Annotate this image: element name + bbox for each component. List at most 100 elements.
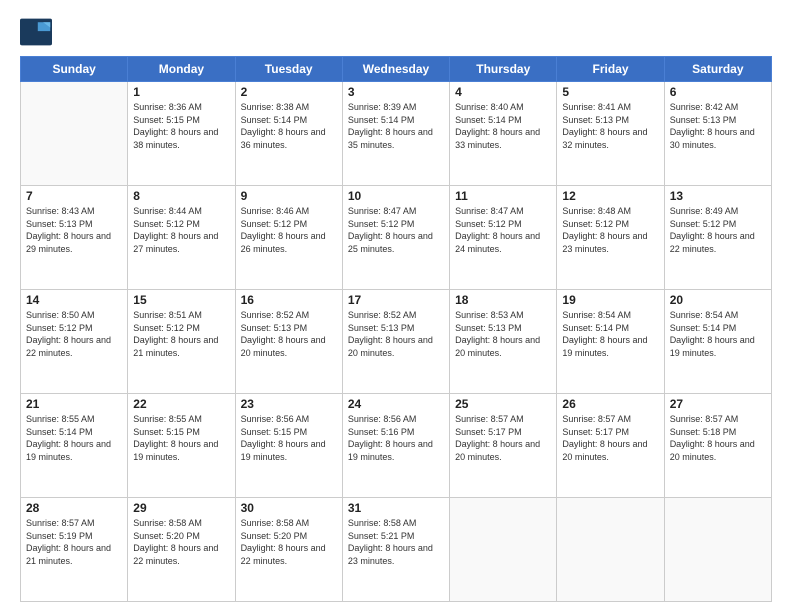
day-number: 25 (455, 397, 551, 411)
weekday-header-thursday: Thursday (450, 57, 557, 82)
day-info: Sunrise: 8:56 AMSunset: 5:15 PMDaylight:… (241, 413, 337, 463)
page: SundayMondayTuesdayWednesdayThursdayFrid… (0, 0, 792, 612)
day-number: 23 (241, 397, 337, 411)
day-number: 6 (670, 85, 766, 99)
calendar-cell (21, 82, 128, 186)
day-number: 26 (562, 397, 658, 411)
day-number: 19 (562, 293, 658, 307)
day-info: Sunrise: 8:57 AMSunset: 5:18 PMDaylight:… (670, 413, 766, 463)
calendar-cell: 1Sunrise: 8:36 AMSunset: 5:15 PMDaylight… (128, 82, 235, 186)
calendar-cell: 29Sunrise: 8:58 AMSunset: 5:20 PMDayligh… (128, 498, 235, 602)
calendar-cell: 11 Sunrise: 8:47 AMSunset: 5:12 PMDayligh… (450, 186, 557, 290)
day-number: 11 (455, 189, 551, 203)
day-info: Sunrise: 8:54 AMSunset: 5:14 PMDaylight:… (562, 309, 658, 359)
calendar-cell: 22 Sunrise: 8:55 AMSunset: 5:15 PMDayligh… (128, 394, 235, 498)
calendar-cell: 23 Sunrise: 8:56 AMSunset: 5:15 PMDayligh… (235, 394, 342, 498)
week-row-0: 1Sunrise: 8:36 AMSunset: 5:15 PMDaylight… (21, 82, 772, 186)
day-number: 5 (562, 85, 658, 99)
day-number: 8 (133, 189, 229, 203)
week-row-1: 7Sunrise: 8:43 AMSunset: 5:13 PMDaylight… (21, 186, 772, 290)
calendar-cell: 7Sunrise: 8:43 AMSunset: 5:13 PMDaylight… (21, 186, 128, 290)
day-number: 21 (26, 397, 122, 411)
day-number: 30 (241, 501, 337, 515)
day-info: Sunrise: 8:38 AMSunset: 5:14 PMDaylight:… (241, 101, 337, 151)
calendar-cell: 16Sunrise: 8:52 AMSunset: 5:13 PMDayligh… (235, 290, 342, 394)
day-info: Sunrise: 8:41 AMSunset: 5:13 PMDaylight:… (562, 101, 658, 151)
day-info: Sunrise: 8:52 AMSunset: 5:13 PMDaylight:… (241, 309, 337, 359)
day-number: 14 (26, 293, 122, 307)
calendar-cell: 6 Sunrise: 8:42 AMSunset: 5:13 PMDaylight… (664, 82, 771, 186)
day-number: 31 (348, 501, 444, 515)
day-info: Sunrise: 8:50 AMSunset: 5:12 PMDaylight:… (26, 309, 122, 359)
day-info: Sunrise: 8:57 AMSunset: 5:17 PMDaylight:… (455, 413, 551, 463)
day-info: Sunrise: 8:44 AMSunset: 5:12 PMDaylight:… (133, 205, 229, 255)
calendar-cell: 4 Sunrise: 8:40 AMSunset: 5:14 PMDaylight… (450, 82, 557, 186)
calendar-cell: 30 Sunrise: 8:58 AMSunset: 5:20 PMDayligh… (235, 498, 342, 602)
weekday-header-row: SundayMondayTuesdayWednesdayThursdayFrid… (21, 57, 772, 82)
header (20, 18, 772, 46)
day-number: 15 (133, 293, 229, 307)
weekday-header-tuesday: Tuesday (235, 57, 342, 82)
day-info: Sunrise: 8:56 AMSunset: 5:16 PMDaylight:… (348, 413, 444, 463)
calendar-cell (664, 498, 771, 602)
calendar-cell: 8 Sunrise: 8:44 AMSunset: 5:12 PMDaylight… (128, 186, 235, 290)
day-number: 2 (241, 85, 337, 99)
day-info: Sunrise: 8:48 AMSunset: 5:12 PMDaylight:… (562, 205, 658, 255)
week-row-3: 21 Sunrise: 8:55 AMSunset: 5:14 PMDayligh… (21, 394, 772, 498)
day-number: 24 (348, 397, 444, 411)
day-info: Sunrise: 8:43 AMSunset: 5:13 PMDaylight:… (26, 205, 122, 255)
calendar-cell: 25 Sunrise: 8:57 AMSunset: 5:17 PMDayligh… (450, 394, 557, 498)
weekday-header-friday: Friday (557, 57, 664, 82)
logo-icon (20, 18, 52, 46)
day-info: Sunrise: 8:57 AMSunset: 5:17 PMDaylight:… (562, 413, 658, 463)
week-row-2: 14 Sunrise: 8:50 AMSunset: 5:12 PMDayligh… (21, 290, 772, 394)
day-number: 27 (670, 397, 766, 411)
calendar-cell: 12 Sunrise: 8:48 AMSunset: 5:12 PMDayligh… (557, 186, 664, 290)
weekday-header-monday: Monday (128, 57, 235, 82)
day-number: 13 (670, 189, 766, 203)
day-info: Sunrise: 8:54 AMSunset: 5:14 PMDaylight:… (670, 309, 766, 359)
day-info: Sunrise: 8:47 AMSunset: 5:12 PMDaylight:… (348, 205, 444, 255)
calendar-cell (557, 498, 664, 602)
day-number: 20 (670, 293, 766, 307)
day-number: 4 (455, 85, 551, 99)
calendar-cell: 26 Sunrise: 8:57 AMSunset: 5:17 PMDayligh… (557, 394, 664, 498)
calendar-cell: 2 Sunrise: 8:38 AMSunset: 5:14 PMDaylight… (235, 82, 342, 186)
day-info: Sunrise: 8:53 AMSunset: 5:13 PMDaylight:… (455, 309, 551, 359)
day-info: Sunrise: 8:55 AMSunset: 5:14 PMDaylight:… (26, 413, 122, 463)
calendar-table: SundayMondayTuesdayWednesdayThursdayFrid… (20, 56, 772, 602)
day-info: Sunrise: 8:58 AMSunset: 5:20 PMDaylight:… (241, 517, 337, 567)
calendar-cell: 24 Sunrise: 8:56 AMSunset: 5:16 PMDayligh… (342, 394, 449, 498)
day-number: 12 (562, 189, 658, 203)
day-info: Sunrise: 8:39 AMSunset: 5:14 PMDaylight:… (348, 101, 444, 151)
day-number: 17 (348, 293, 444, 307)
calendar-cell: 19 Sunrise: 8:54 AMSunset: 5:14 PMDayligh… (557, 290, 664, 394)
day-info: Sunrise: 8:58 AMSunset: 5:20 PMDaylight:… (133, 517, 229, 567)
day-info: Sunrise: 8:58 AMSunset: 5:21 PMDaylight:… (348, 517, 444, 567)
day-info: Sunrise: 8:51 AMSunset: 5:12 PMDaylight:… (133, 309, 229, 359)
day-number: 22 (133, 397, 229, 411)
week-row-4: 28Sunrise: 8:57 AMSunset: 5:19 PMDayligh… (21, 498, 772, 602)
calendar-cell: 13 Sunrise: 8:49 AMSunset: 5:12 PMDayligh… (664, 186, 771, 290)
weekday-header-sunday: Sunday (21, 57, 128, 82)
day-number: 3 (348, 85, 444, 99)
day-number: 28 (26, 501, 122, 515)
day-number: 9 (241, 189, 337, 203)
calendar-cell: 5 Sunrise: 8:41 AMSunset: 5:13 PMDaylight… (557, 82, 664, 186)
day-info: Sunrise: 8:52 AMSunset: 5:13 PMDaylight:… (348, 309, 444, 359)
day-info: Sunrise: 8:49 AMSunset: 5:12 PMDaylight:… (670, 205, 766, 255)
day-info: Sunrise: 8:40 AMSunset: 5:14 PMDaylight:… (455, 101, 551, 151)
calendar-cell (450, 498, 557, 602)
weekday-header-wednesday: Wednesday (342, 57, 449, 82)
day-info: Sunrise: 8:42 AMSunset: 5:13 PMDaylight:… (670, 101, 766, 151)
calendar-cell: 20 Sunrise: 8:54 AMSunset: 5:14 PMDayligh… (664, 290, 771, 394)
calendar-cell: 28Sunrise: 8:57 AMSunset: 5:19 PMDayligh… (21, 498, 128, 602)
day-info: Sunrise: 8:47 AMSunset: 5:12 PMDaylight:… (455, 205, 551, 255)
calendar-cell: 27 Sunrise: 8:57 AMSunset: 5:18 PMDayligh… (664, 394, 771, 498)
calendar-cell: 9Sunrise: 8:46 AMSunset: 5:12 PMDaylight… (235, 186, 342, 290)
calendar-cell: 15 Sunrise: 8:51 AMSunset: 5:12 PMDayligh… (128, 290, 235, 394)
calendar-cell: 14 Sunrise: 8:50 AMSunset: 5:12 PMDayligh… (21, 290, 128, 394)
weekday-header-saturday: Saturday (664, 57, 771, 82)
day-info: Sunrise: 8:55 AMSunset: 5:15 PMDaylight:… (133, 413, 229, 463)
calendar-cell: 3 Sunrise: 8:39 AMSunset: 5:14 PMDaylight… (342, 82, 449, 186)
